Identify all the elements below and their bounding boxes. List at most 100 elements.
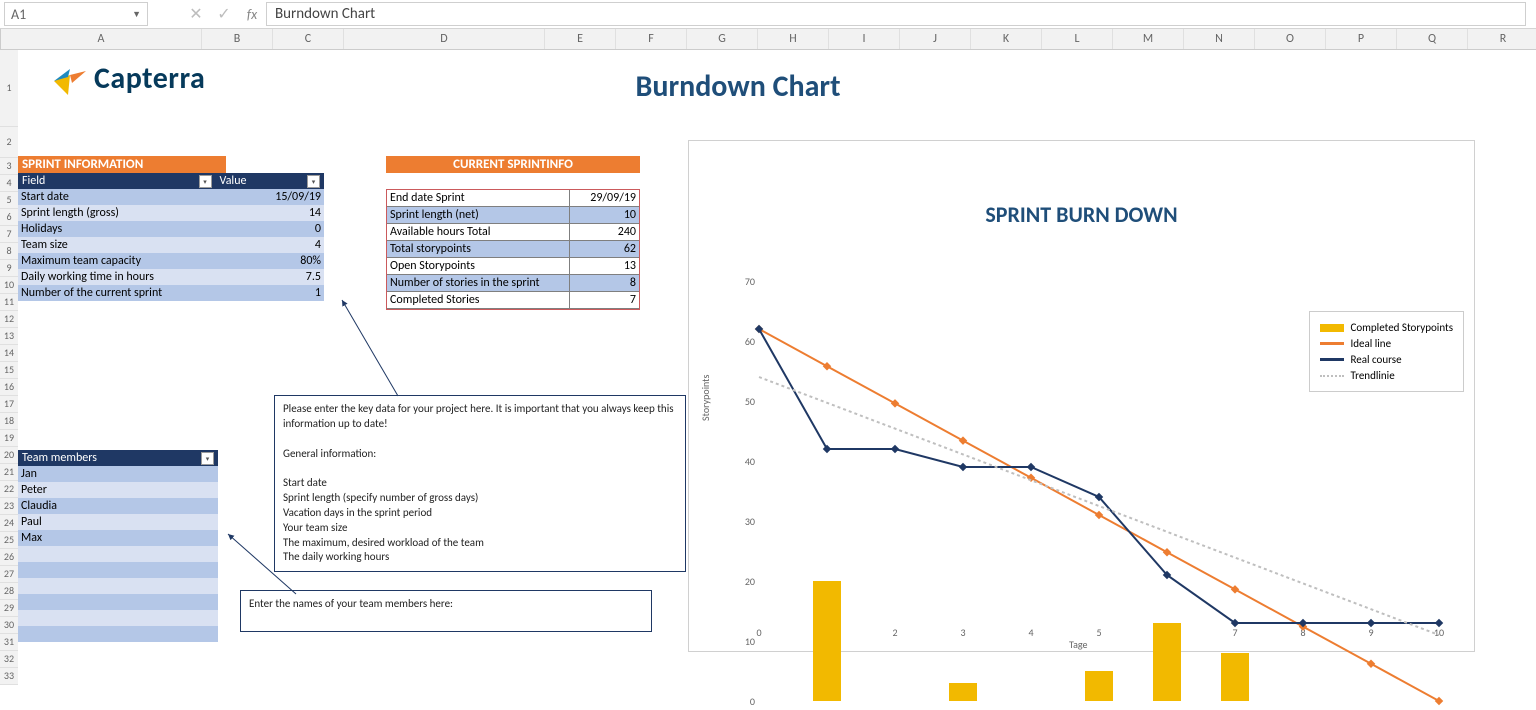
row-header[interactable]: 1 xyxy=(0,50,18,127)
row-header[interactable]: 12 xyxy=(0,311,18,328)
row-header[interactable]: 22 xyxy=(0,481,18,498)
row-header[interactable]: 16 xyxy=(0,379,18,396)
row-header[interactable]: 18 xyxy=(0,413,18,430)
team-member-cell[interactable] xyxy=(18,562,218,578)
col-header[interactable]: R xyxy=(1468,29,1536,49)
row-header[interactable]: 31 xyxy=(0,634,18,651)
team-member-cell[interactable] xyxy=(18,546,218,562)
row-header[interactable]: 21 xyxy=(0,464,18,481)
bar xyxy=(949,683,977,701)
row-header[interactable]: 30 xyxy=(0,617,18,634)
col-header[interactable]: F xyxy=(616,29,687,49)
team-member-cell[interactable]: Peter xyxy=(18,482,218,498)
sprint-info-field-col[interactable]: Field ▾ xyxy=(18,173,216,189)
row-header[interactable]: 2 xyxy=(0,127,18,158)
bar xyxy=(813,581,841,701)
row-header[interactable]: 14 xyxy=(0,345,18,362)
sprint-info-value[interactable]: 14 xyxy=(216,205,324,221)
col-header[interactable]: B xyxy=(202,29,273,49)
row-header[interactable]: 33 xyxy=(0,668,18,685)
name-box[interactable]: A1 ▼ xyxy=(4,2,148,26)
col-header[interactable]: C xyxy=(273,29,344,49)
col-header[interactable]: H xyxy=(758,29,829,49)
row-header[interactable]: 25 xyxy=(0,532,18,549)
sprint-info-field[interactable]: Maximum team capacity xyxy=(18,253,216,269)
sprint-info-field[interactable]: Number of the current sprint xyxy=(18,285,216,301)
row-header[interactable]: 17 xyxy=(0,396,18,413)
sprint-info-value[interactable]: 4 xyxy=(216,237,324,253)
filter-icon[interactable]: ▾ xyxy=(201,452,214,465)
sprint-info-field[interactable]: Holidays xyxy=(18,221,216,237)
row-header[interactable]: 8 xyxy=(0,243,18,260)
chart[interactable]: SPRINT BURN DOWN Storypoints Tage 010203… xyxy=(688,140,1475,652)
note-team: Enter the names of your team members her… xyxy=(240,590,652,632)
formula-input[interactable]: Burndown Chart xyxy=(266,2,1526,26)
row-header[interactable]: 28 xyxy=(0,583,18,600)
team-member-cell[interactable] xyxy=(18,578,218,594)
col-header[interactable]: G xyxy=(687,29,758,49)
sprint-info-value[interactable]: 0 xyxy=(216,221,324,237)
col-header[interactable]: E xyxy=(545,29,616,49)
row-header[interactable]: 19 xyxy=(0,430,18,447)
row-header[interactable]: 26 xyxy=(0,549,18,566)
row-header[interactable]: 7 xyxy=(0,226,18,243)
col-header[interactable]: N xyxy=(1184,29,1255,49)
sprint-info-value[interactable]: 1 xyxy=(216,285,324,301)
bar xyxy=(1153,623,1181,701)
sprint-info-field[interactable]: Daily working time in hours xyxy=(18,269,216,285)
sprint-info-value-col[interactable]: Value ▾ xyxy=(216,173,324,189)
sprint-info-value[interactable]: 80% xyxy=(216,253,324,269)
current-value: 7 xyxy=(570,292,639,308)
team-member-cell[interactable]: Paul xyxy=(18,514,218,530)
fx-icon[interactable]: fx xyxy=(238,6,266,23)
col-header[interactable]: O xyxy=(1255,29,1326,49)
team-header[interactable]: Team members ▾ xyxy=(18,450,218,466)
team-member-cell[interactable] xyxy=(18,610,218,626)
grid: ABCDEFGHIJKLMNOPQRS 12345678910111213141… xyxy=(0,29,1536,710)
sprint-info-field[interactable]: Team size xyxy=(18,237,216,253)
current-value: 29/09/19 xyxy=(570,190,639,206)
team-member-cell[interactable]: Max xyxy=(18,530,218,546)
col-header[interactable]: M xyxy=(1113,29,1184,49)
row-header[interactable]: 11 xyxy=(0,294,18,311)
col-header[interactable]: K xyxy=(971,29,1042,49)
row-header[interactable]: 13 xyxy=(0,328,18,345)
col-header[interactable]: L xyxy=(1042,29,1113,49)
row-header[interactable]: 5 xyxy=(0,192,18,209)
row-header[interactable]: 24 xyxy=(0,515,18,532)
team-member-cell[interactable] xyxy=(18,594,218,610)
row-header[interactable]: 3 xyxy=(0,158,18,175)
team-member-cell[interactable]: Claudia xyxy=(18,498,218,514)
col-header[interactable]: Q xyxy=(1397,29,1468,49)
filter-icon[interactable]: ▾ xyxy=(199,175,212,188)
sprint-info-field[interactable]: Start date xyxy=(18,189,216,205)
col-header[interactable]: I xyxy=(829,29,900,49)
current-field: Number of stories in the sprint xyxy=(387,275,570,291)
sprint-info-value[interactable]: 7.5 xyxy=(216,269,324,285)
row-header[interactable]: 10 xyxy=(0,277,18,294)
logo-icon xyxy=(50,61,86,97)
row-header[interactable]: 32 xyxy=(0,651,18,668)
sprint-info-field[interactable]: Sprint length (gross) xyxy=(18,205,216,221)
sheet[interactable]: Capterra Burndown Chart SPRINT INFORMATI… xyxy=(18,50,1536,710)
row-header[interactable]: 9 xyxy=(0,260,18,277)
team-member-cell[interactable] xyxy=(18,626,218,642)
filter-icon[interactable]: ▾ xyxy=(307,175,320,188)
current-field: Sprint length (net) xyxy=(387,207,570,223)
row-header[interactable]: 20 xyxy=(0,447,18,464)
cancel-formula-icon: ✕ xyxy=(182,4,210,24)
row-header[interactable]: 15 xyxy=(0,362,18,379)
col-header[interactable]: D xyxy=(344,29,545,49)
chevron-down-icon[interactable]: ▼ xyxy=(132,9,141,20)
row-header[interactable]: 27 xyxy=(0,566,18,583)
row-header[interactable]: 6 xyxy=(0,209,18,226)
team-member-cell[interactable]: Jan xyxy=(18,466,218,482)
col-header[interactable]: A xyxy=(1,29,202,49)
col-header[interactable]: P xyxy=(1326,29,1397,49)
row-header[interactable]: 29 xyxy=(0,600,18,617)
row-header[interactable]: 23 xyxy=(0,498,18,515)
current-value: 62 xyxy=(570,241,639,257)
col-header[interactable]: J xyxy=(900,29,971,49)
row-header[interactable]: 4 xyxy=(0,175,18,192)
sprint-info-value[interactable]: 15/09/19 xyxy=(216,189,324,205)
